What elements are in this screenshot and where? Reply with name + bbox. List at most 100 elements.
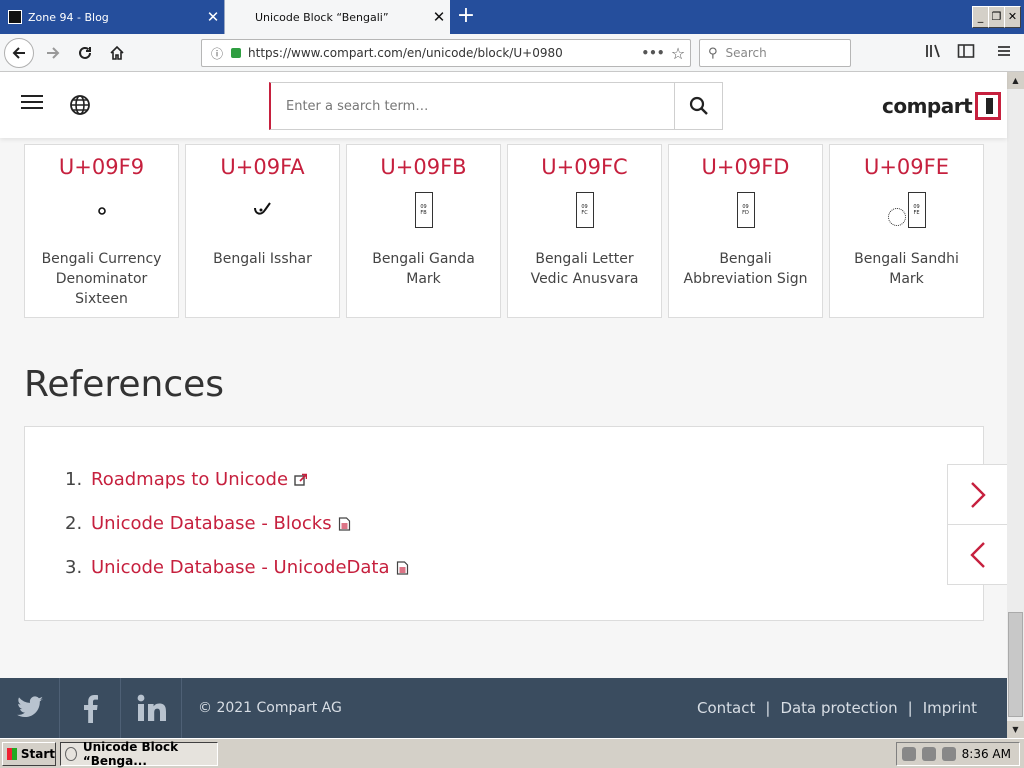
card-name: Bengali Letter Vedic Anusvara (530, 251, 639, 287)
document-icon[interactable] (338, 516, 351, 531)
globe-icon[interactable] (69, 94, 91, 116)
restore-window-button[interactable]: ❐ (988, 6, 1005, 28)
hamburger-menu-icon[interactable] (993, 43, 1015, 65)
scroll-down-arrow-icon[interactable]: ▼ (1007, 721, 1024, 738)
character-card-U09FE[interactable]: U+09FE 09 FE Bengali Sandhi Mark (829, 144, 984, 318)
document-icon[interactable] (396, 560, 409, 575)
info-icon[interactable]: ⓘ (211, 45, 223, 62)
keyboard-icon[interactable] (901, 747, 916, 761)
list-number: 2. (65, 513, 83, 534)
library-icon[interactable] (923, 43, 945, 65)
chevron-left-icon (969, 541, 985, 568)
list-item: 1. Roadmaps to Unicode (65, 469, 308, 490)
list-item: 2. Unicode Database - Blocks (65, 513, 351, 534)
close-icon[interactable]: ✕ (202, 8, 224, 26)
chevron-right-icon (970, 481, 986, 508)
references-heading: References (24, 364, 225, 405)
browser-search-placeholder: Search (725, 46, 767, 60)
shield-icon[interactable] (941, 747, 956, 761)
missing-glyph-icon: 09 FE (907, 192, 926, 228)
browser-nav-bar: ⓘ https://www.compart.com/en/unicode/blo… (0, 34, 1024, 72)
card-code: U+09FC (541, 155, 628, 179)
url-text[interactable]: https://www.compart.com/en/unicode/block… (248, 46, 640, 60)
character-card-U09F9[interactable]: U+09F9 Bengali Currency Denominator Sixt… (24, 144, 179, 318)
zone94-favicon-icon (8, 10, 22, 24)
twitter-icon[interactable] (0, 678, 60, 738)
scroll-thumb[interactable] (1008, 612, 1023, 717)
footer-link-imprint[interactable]: Imprint (923, 699, 977, 717)
footer-link-data-protection[interactable]: Data protection (780, 699, 897, 717)
forward-arrow-icon[interactable] (38, 38, 68, 68)
list-number: 1. (65, 469, 83, 490)
card-code: U+09FD (701, 155, 790, 179)
network-icon[interactable] (921, 747, 936, 761)
minimize-window-button[interactable]: _ (972, 6, 989, 28)
character-card-U09FB[interactable]: U+09FB 09 FB Bengali Ganda Mark (346, 144, 501, 318)
firefox-icon (65, 747, 77, 761)
reload-icon[interactable] (70, 38, 100, 68)
footer-link-contact[interactable]: Contact (697, 699, 755, 717)
site-menu-icon[interactable] (21, 95, 43, 113)
browser-search-box[interactable]: ⚲ Search (699, 39, 851, 67)
page-scrollbar[interactable]: ▲ ▼ (1007, 72, 1024, 738)
circle-glyph-icon (25, 191, 178, 229)
reference-link-roadmaps[interactable]: Roadmaps to Unicode (91, 469, 288, 490)
card-code: U+09FA (220, 155, 305, 179)
external-link-icon[interactable] (294, 473, 308, 487)
clock: 8:36 AM (961, 747, 1011, 761)
close-window-button[interactable]: ✕ (1004, 6, 1021, 28)
card-name: Bengali Currency Denominator Sixteen (41, 251, 162, 307)
copyright-text: © 2021 Compart AG (198, 700, 342, 716)
previous-arrow-button[interactable] (947, 524, 1007, 585)
footer-separator: | (907, 699, 913, 717)
url-bar[interactable]: ⓘ https://www.compart.com/en/unicode/blo… (201, 39, 691, 67)
star-icon[interactable]: ☆ (666, 44, 690, 63)
taskbar-item-label: Unicode Block “Benga... (82, 740, 179, 768)
reference-link-blocks[interactable]: Unicode Database - Blocks (91, 513, 332, 534)
browser-tab-strip: Zone 94 - Blog ✕ Unicode Block “Bengali”… (0, 0, 1024, 34)
windows-flag-icon (7, 748, 17, 760)
new-tab-plus-icon[interactable]: + (452, 2, 480, 30)
sidebar-icon[interactable] (955, 43, 977, 65)
tab-title: Unicode Block “Bengali” (255, 10, 389, 24)
scroll-up-arrow-icon[interactable]: ▲ (1007, 72, 1024, 89)
list-item: 3. Unicode Database - UnicodeData (65, 557, 409, 578)
search-icon[interactable] (674, 83, 722, 129)
next-arrow-button[interactable] (947, 464, 1007, 525)
dotted-circle-icon (887, 208, 906, 226)
logo-text: compart (882, 94, 973, 118)
more-dots-icon[interactable]: ••• (640, 46, 666, 60)
footer-links: Contact | Data protection | Imprint (697, 699, 977, 717)
reference-link-unicodedata[interactable]: Unicode Database - UnicodeData (91, 557, 390, 578)
linkedin-icon[interactable] (122, 678, 182, 738)
compart-logo[interactable]: compart (882, 91, 1002, 121)
back-arrow-icon[interactable] (4, 38, 34, 68)
footer-separator: | (765, 699, 771, 717)
card-code: U+09F9 (58, 155, 145, 179)
character-card-U09FD[interactable]: U+09FD 09 FD Bengali Abbreviation Sign (668, 144, 823, 318)
browser-tab-unicode-bengali[interactable]: Unicode Block “Bengali” ✕ (224, 0, 450, 34)
system-tray: 8:36 AM (896, 742, 1020, 766)
card-code: U+09FE (863, 155, 950, 179)
lock-icon (231, 48, 242, 58)
card-name: Bengali Abbreviation Sign (683, 251, 808, 287)
isshar-glyph-icon (186, 191, 339, 229)
character-card-U09FC[interactable]: U+09FC 09 FC Bengali Letter Vedic Anusva… (507, 144, 662, 318)
taskbar-item-firefox[interactable]: Unicode Block “Benga... (60, 740, 218, 768)
missing-glyph-icon: 09 FD (736, 192, 755, 228)
logo-mark-icon (975, 92, 1002, 120)
start-label: Start (20, 747, 55, 761)
browser-tab-zone94[interactable]: Zone 94 - Blog ✕ (0, 0, 224, 34)
page-content: U+09F9 Bengali Currency Denominator Sixt… (0, 138, 1007, 678)
site-search-input[interactable] (271, 83, 674, 129)
home-icon[interactable] (102, 38, 132, 68)
facebook-icon[interactable] (61, 678, 121, 738)
start-button[interactable]: Start (2, 742, 56, 766)
character-card-U09FA[interactable]: U+09FA Bengali Isshar (185, 144, 340, 318)
missing-glyph-icon: 09 FB (414, 192, 433, 228)
site-footer: © 2021 Compart AG Contact | Data protect… (0, 678, 1007, 738)
list-number: 3. (65, 557, 83, 578)
site-search-box (269, 82, 723, 130)
close-icon[interactable]: ✕ (428, 8, 450, 26)
references-list: 1. Roadmaps to Unicode 2. Unicode Databa… (24, 426, 984, 621)
